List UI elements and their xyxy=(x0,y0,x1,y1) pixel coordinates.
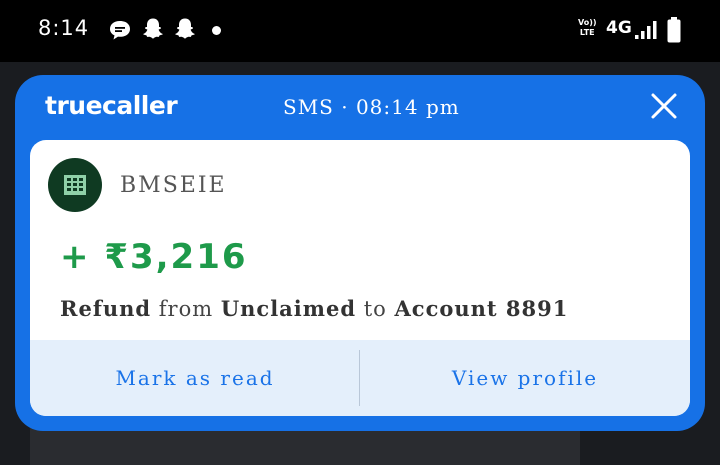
close-icon[interactable] xyxy=(647,89,681,123)
building-icon xyxy=(64,175,86,195)
mark-as-read-button[interactable]: Mark as read xyxy=(30,340,360,416)
network-type: 4G xyxy=(606,18,632,38)
chat-bubble-icon xyxy=(110,21,130,40)
signal-icon xyxy=(635,21,657,39)
status-bar: 8:14 Vo)) LTE 4G xyxy=(0,0,720,62)
snapchat-icon xyxy=(143,18,163,39)
notification-body: BMSEIE + ₹3,216 Refund from Unclaimed to… xyxy=(30,140,690,416)
snapchat-icon xyxy=(175,18,195,39)
status-time: 8:14 xyxy=(38,16,90,40)
volte-icon: Vo)) LTE xyxy=(578,18,597,37)
view-profile-button[interactable]: View profile xyxy=(360,340,690,416)
sender-avatar xyxy=(48,158,102,212)
notification-header: SMS · 08:14 pm xyxy=(283,95,460,119)
sender-name: BMSEIE xyxy=(120,173,227,198)
transaction-message: Refund from Unclaimed to Account 8891 xyxy=(60,296,569,321)
notification-actions: Mark as read View profile xyxy=(30,340,690,416)
truecaller-logo: truecaller xyxy=(45,91,178,120)
transaction-amount: + ₹3,216 xyxy=(60,237,248,277)
notification-dot-icon xyxy=(212,26,221,35)
battery-icon xyxy=(667,17,681,43)
truecaller-notification[interactable]: truecaller SMS · 08:14 pm BMSEIE + ₹3,21… xyxy=(15,75,705,431)
